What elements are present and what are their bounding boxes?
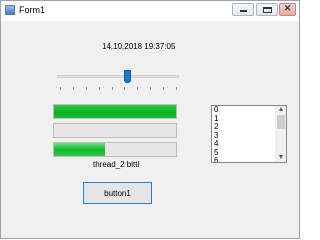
list-item[interactable]: 5 — [214, 148, 274, 158]
list-item[interactable]: 1 — [214, 114, 274, 124]
trackbar-tick — [60, 87, 61, 90]
trackbar-tick — [124, 87, 125, 90]
trackbar-track — [57, 75, 179, 78]
trackbar-tick — [176, 87, 177, 90]
listbox-scrollbar[interactable]: ▲ ▼ — [275, 106, 286, 162]
close-button[interactable]: ✕ — [279, 3, 296, 16]
datetime-label: 14.10.2018 19:37:05 — [102, 42, 176, 51]
progress-bar-3 — [53, 142, 177, 157]
progress-bar-2 — [53, 123, 177, 138]
scroll-down-arrow-icon[interactable]: ▼ — [275, 154, 286, 162]
listbox-items: 0 1 2 3 4 5 6 — [214, 106, 274, 162]
title-bar[interactable]: Form1 ✕ — [1, 1, 299, 21]
progress-bar-1-fill — [54, 105, 176, 118]
trackbar[interactable] — [57, 68, 179, 94]
trackbar-tick — [163, 87, 164, 90]
trackbar-tick — [86, 87, 87, 90]
trackbar-thumb[interactable] — [124, 70, 131, 83]
maximize-icon — [263, 7, 272, 13]
list-item[interactable]: 4 — [214, 139, 274, 149]
scroll-thumb[interactable] — [277, 115, 285, 129]
form1-window: Form1 ✕ 14.10.2018 19:37:05 thread_2 bit… — [0, 0, 300, 239]
list-item[interactable]: 2 — [214, 122, 274, 132]
status-label: thread_2 bitti — [93, 160, 140, 169]
trackbar-tick — [73, 87, 74, 90]
minimize-icon — [240, 10, 247, 12]
minimize-button[interactable] — [232, 3, 254, 16]
progress-bar-1 — [53, 104, 177, 119]
close-icon: ✕ — [283, 3, 292, 13]
button1[interactable]: button1 — [83, 182, 152, 204]
listbox[interactable]: 0 1 2 3 4 5 6 ▲ ▼ — [211, 105, 287, 163]
trackbar-tick — [112, 87, 113, 90]
scroll-up-arrow-icon[interactable]: ▲ — [275, 106, 286, 114]
trackbar-tick — [99, 87, 100, 90]
list-item[interactable]: 0 — [214, 106, 274, 115]
progress-bar-3-fill — [54, 143, 106, 156]
list-item[interactable]: 3 — [214, 131, 274, 141]
list-item[interactable]: 6 — [214, 156, 274, 162]
trackbar-tick — [150, 87, 151, 90]
maximize-button[interactable] — [256, 3, 278, 16]
app-icon[interactable] — [5, 5, 15, 15]
trackbar-tick — [137, 87, 138, 90]
window-title: Form1 — [19, 5, 46, 15]
